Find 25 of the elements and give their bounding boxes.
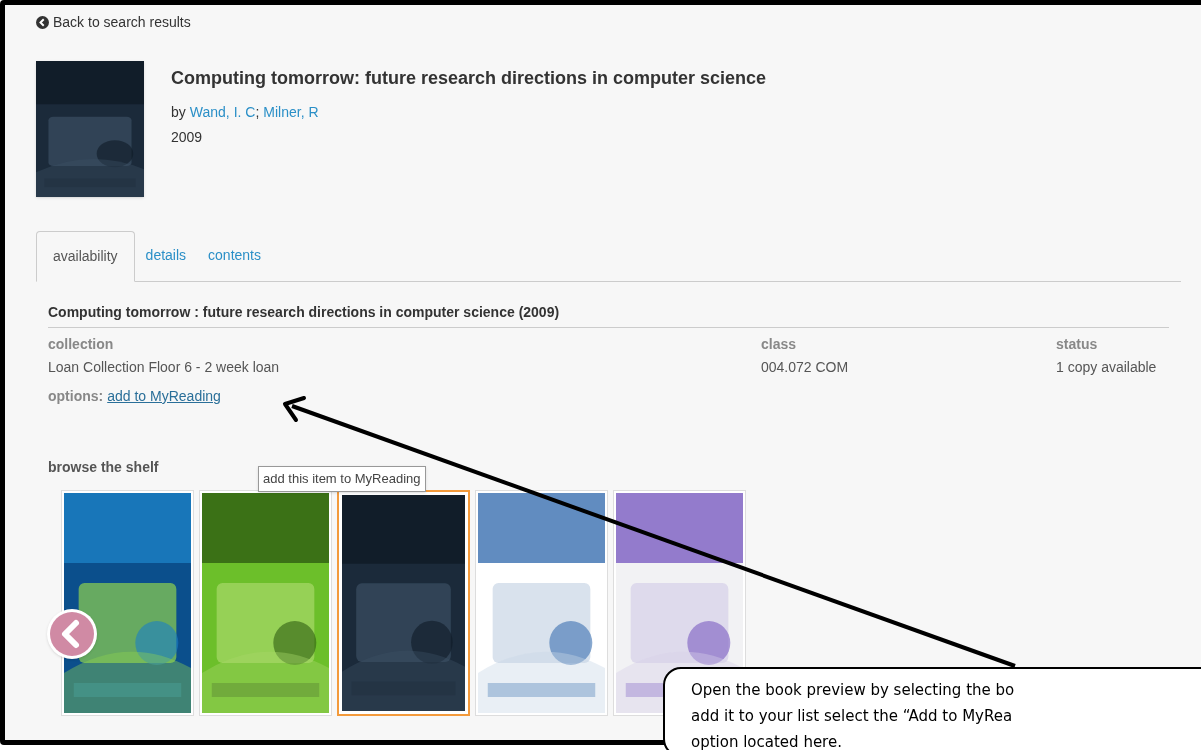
chevron-left-icon	[50, 612, 94, 656]
column-value: 1 copy available	[1056, 358, 1157, 377]
tab[interactable]: details	[134, 230, 198, 281]
column-label: status	[1056, 335, 1099, 354]
separator: ;	[255, 103, 260, 122]
by-label: by	[171, 103, 186, 122]
tab[interactable]: contents	[197, 230, 272, 281]
column-label: class	[761, 335, 798, 354]
options-label: options:	[48, 387, 104, 406]
add-to-reading-link[interactable]: add to MyReading	[107, 386, 221, 407]
tab[interactable]: availability	[36, 231, 135, 282]
column-label: collection	[48, 335, 115, 354]
browse-heading: browse the shelf	[48, 458, 159, 477]
callout-text: add it to your list select the “Add to MyRea	[691, 706, 1014, 727]
callout-text: option located here.	[691, 732, 843, 750]
back-link[interactable]: Back to search results	[36, 12, 191, 33]
back-icon	[36, 16, 49, 29]
holdings-heading: Computing tomorrow : future research directions in computer science (2009)	[48, 302, 1169, 328]
book-title: Computing tomorrow: future research directions in computer science	[171, 67, 767, 90]
author-link[interactable]: Milner, R	[263, 102, 319, 123]
column-value: 004.072 COM	[761, 358, 850, 377]
callout-text: Open the book preview by selecting the bo	[691, 680, 1016, 701]
tooltip: add this item to MyReading	[258, 466, 426, 492]
year: 2009	[171, 128, 204, 147]
column-value: Loan Collection Floor 6 - 2 week loan	[48, 358, 281, 377]
